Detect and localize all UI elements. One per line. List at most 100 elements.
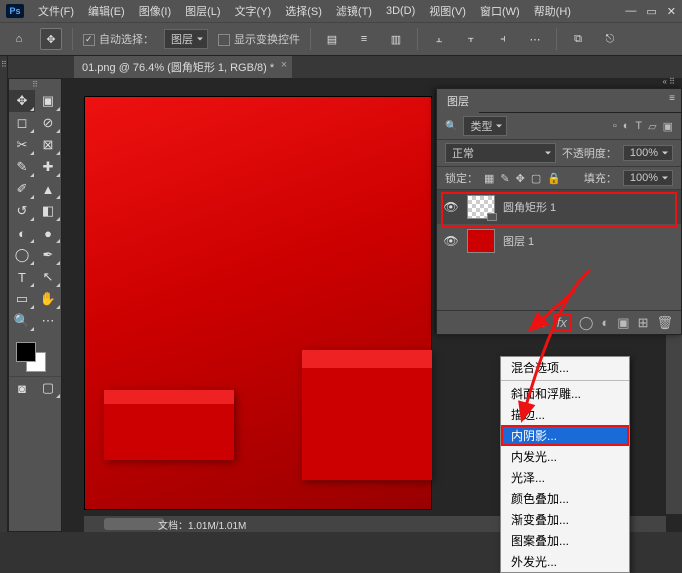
panel-menu-icon[interactable]: ≡	[669, 93, 675, 104]
menu-gradient-overlay[interactable]: 渐变叠加...	[501, 509, 629, 530]
fill-input[interactable]: 100%	[623, 170, 673, 186]
menu-bevel[interactable]: 斜面和浮雕...	[501, 383, 629, 404]
foreground-color-swatch[interactable]	[16, 342, 36, 362]
type-tool-icon[interactable]: T	[9, 266, 35, 288]
menu-file[interactable]: 文件(F)	[38, 3, 74, 19]
blur-tool-icon[interactable]: ●	[35, 222, 61, 244]
rectangle-tool-icon[interactable]: ▭	[9, 288, 35, 310]
filter-pixel-icon[interactable]: ▫	[613, 120, 617, 133]
menu-layer[interactable]: 图层(L)	[185, 3, 220, 19]
frame-tool-icon[interactable]: ⊠	[35, 134, 61, 156]
lasso-tool-icon[interactable]: ⊘	[35, 112, 61, 134]
filter-type-dropdown[interactable]: 类型	[463, 116, 507, 136]
gradient-tool-icon[interactable]: ◐	[9, 222, 35, 244]
more-icon[interactable]: ⋯	[524, 28, 546, 50]
opacity-input[interactable]: 100%	[623, 145, 673, 161]
hand-tool-icon[interactable]: ✋	[35, 288, 61, 310]
menu-view[interactable]: 视图(V)	[429, 3, 466, 19]
filter-shape-icon[interactable]: ▱	[648, 120, 656, 133]
layer-mask-icon[interactable]: ◯	[579, 315, 594, 331]
quickmask-icon[interactable]: ◙	[9, 377, 35, 399]
path-select-icon[interactable]: ↖	[35, 266, 61, 288]
show-transform-checkbox[interactable]: 显示变换控件	[218, 31, 300, 47]
color-swatches[interactable]	[9, 338, 61, 372]
link-layers-icon[interactable]: ⧉	[535, 315, 544, 331]
menu-3d[interactable]: 3D(D)	[386, 5, 415, 17]
menu-inner-glow[interactable]: 内发光...	[501, 446, 629, 467]
menu-blending-options[interactable]: 混合选项...	[501, 357, 629, 378]
panel-grip-icon[interactable]: « ⠿	[662, 77, 675, 86]
eraser-tool-icon[interactable]: ◧	[35, 200, 61, 222]
minimize-icon[interactable]: —	[625, 5, 636, 18]
menu-edit[interactable]: 编辑(E)	[88, 3, 125, 19]
move-tool-icon[interactable]: ✥	[9, 90, 35, 112]
menu-pattern-overlay[interactable]: 图案叠加...	[501, 530, 629, 551]
align-middle-icon[interactable]: ⫟	[460, 28, 482, 50]
menu-window[interactable]: 窗口(W)	[480, 3, 520, 19]
lock-artboard-icon[interactable]: ▢	[531, 172, 541, 185]
dodge-tool-icon[interactable]: ◯	[9, 244, 35, 266]
layers-tab[interactable]: 图层	[437, 89, 479, 113]
screenmode-icon[interactable]: ▢	[35, 377, 61, 399]
brush-tool-icon[interactable]: ✐	[9, 178, 35, 200]
3d-mode-icon[interactable]: ⧉	[567, 28, 589, 50]
menu-inner-shadow[interactable]: 内阴影...	[501, 425, 629, 446]
menu-color-overlay[interactable]: 颜色叠加...	[501, 488, 629, 509]
edit-toolbar-icon[interactable]: ⋯	[35, 310, 61, 332]
collapsed-dock[interactable]: ⠿	[0, 56, 8, 532]
layer-row-layer1[interactable]: 👁 图层 1	[437, 224, 681, 258]
auto-select-target-dropdown[interactable]: 图层	[164, 29, 208, 49]
share-icon[interactable]: ⎋	[599, 28, 621, 50]
eyedropper-tool-icon[interactable]: ✎	[9, 156, 35, 178]
new-layer-icon[interactable]: ⊞	[638, 315, 649, 331]
stamp-tool-icon[interactable]: ▲	[35, 178, 61, 200]
layer-thumbnail[interactable]	[467, 195, 495, 219]
lock-transparent-icon[interactable]: ▦	[484, 172, 494, 185]
document-canvas[interactable]	[84, 96, 432, 510]
pen-tool-icon[interactable]: ✒	[35, 244, 61, 266]
healing-tool-icon[interactable]: ✚	[35, 156, 61, 178]
delete-layer-icon[interactable]: 🗑	[656, 315, 673, 331]
zoom-tool-icon[interactable]: 🔍	[9, 310, 35, 332]
align-top-icon[interactable]: ⫠	[428, 28, 450, 50]
tab-close-icon[interactable]: ×	[281, 59, 287, 71]
document-tab[interactable]: 01.png @ 76.4% (圆角矩形 1, RGB/8) * ×	[74, 56, 292, 78]
history-brush-icon[interactable]: ↺	[9, 200, 35, 222]
lock-pixels-icon[interactable]: ✎	[500, 172, 509, 185]
align-bottom-icon[interactable]: ⫞	[492, 28, 514, 50]
menu-select[interactable]: 选择(S)	[285, 3, 322, 19]
align-right-icon[interactable]: ▥	[385, 28, 407, 50]
filter-type-icon[interactable]: 🔍	[445, 121, 457, 132]
lock-position-icon[interactable]: ✥	[516, 172, 525, 185]
document-info[interactable]: 文档：1.01M/1.01M	[152, 516, 252, 532]
menu-type[interactable]: 文字(Y)	[235, 3, 272, 19]
filter-type-layer-icon[interactable]: T	[635, 120, 642, 133]
filter-adjust-icon[interactable]: ◐	[623, 120, 630, 133]
menu-filter[interactable]: 滤镜(T)	[336, 3, 372, 19]
close-icon[interactable]: ✕	[667, 5, 676, 18]
visibility-toggle-icon[interactable]: 👁	[443, 234, 459, 248]
filter-smart-icon[interactable]: ▣	[663, 120, 673, 133]
group-icon[interactable]: ▣	[617, 315, 629, 331]
align-center-h-icon[interactable]: ≡	[353, 28, 375, 50]
maximize-icon[interactable]: ▭	[646, 5, 656, 18]
menu-stroke[interactable]: 描边...	[501, 404, 629, 425]
layer-thumbnail[interactable]	[467, 229, 495, 253]
home-icon[interactable]: ⌂	[8, 28, 30, 50]
auto-select-checkbox[interactable]: 自动选择：	[83, 31, 154, 47]
align-left-icon[interactable]: ▤	[321, 28, 343, 50]
blend-mode-dropdown[interactable]: 正常	[445, 143, 556, 163]
dock-grip-icon[interactable]: ⠿	[9, 79, 61, 90]
artboard-tool-icon[interactable]: ▣	[35, 90, 61, 112]
menu-outer-glow[interactable]: 外发光...	[501, 551, 629, 572]
marquee-tool-icon[interactable]: ◻	[9, 112, 35, 134]
menu-help[interactable]: 帮助(H)	[534, 3, 571, 19]
menu-image[interactable]: 图像(I)	[139, 3, 171, 19]
adjustment-layer-icon[interactable]: ◐	[601, 315, 609, 330]
menu-satin[interactable]: 光泽...	[501, 467, 629, 488]
crop-tool-icon[interactable]: ✂	[9, 134, 35, 156]
fx-button[interactable]: fx	[553, 313, 571, 332]
move-tool-preview-icon[interactable]: ✥	[40, 28, 62, 50]
lock-all-icon[interactable]: 🔒	[547, 172, 561, 185]
layer-name[interactable]: 图层 1	[503, 233, 534, 249]
